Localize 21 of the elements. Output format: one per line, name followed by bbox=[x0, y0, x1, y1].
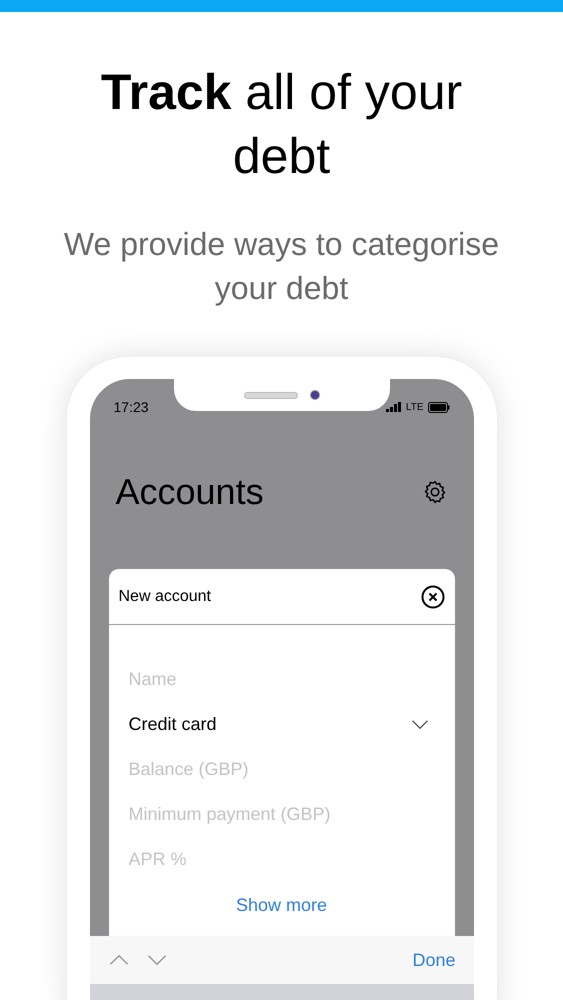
signal-icon bbox=[386, 402, 402, 412]
input-field[interactable]: Balance (GBP) bbox=[128, 747, 434, 792]
account-type-select[interactable]: Credit card bbox=[128, 702, 434, 747]
page-title: Accounts bbox=[116, 470, 264, 514]
battery-icon bbox=[428, 402, 450, 412]
status-time: 17:23 bbox=[114, 398, 149, 416]
network-label: LTE bbox=[406, 400, 424, 414]
subtitle: We provide ways to categorise your debt bbox=[62, 225, 500, 308]
speaker-icon bbox=[244, 392, 298, 398]
show-more-link[interactable]: Show more bbox=[236, 892, 328, 919]
input-field[interactable]: Minimum payment (GBP) bbox=[128, 792, 434, 837]
chevron-down-icon[interactable] bbox=[410, 719, 428, 730]
input-field[interactable]: Name bbox=[128, 657, 434, 702]
done-button[interactable]: Done bbox=[412, 946, 456, 974]
close-icon[interactable] bbox=[420, 584, 444, 608]
camera-icon bbox=[310, 390, 320, 400]
dialog-title: New account bbox=[118, 586, 211, 606]
input-field[interactable]: APR % bbox=[128, 837, 434, 882]
headline: Track all of your debt bbox=[100, 63, 464, 186]
chevron-up-icon[interactable] bbox=[108, 954, 130, 966]
settings-icon[interactable] bbox=[422, 479, 448, 505]
